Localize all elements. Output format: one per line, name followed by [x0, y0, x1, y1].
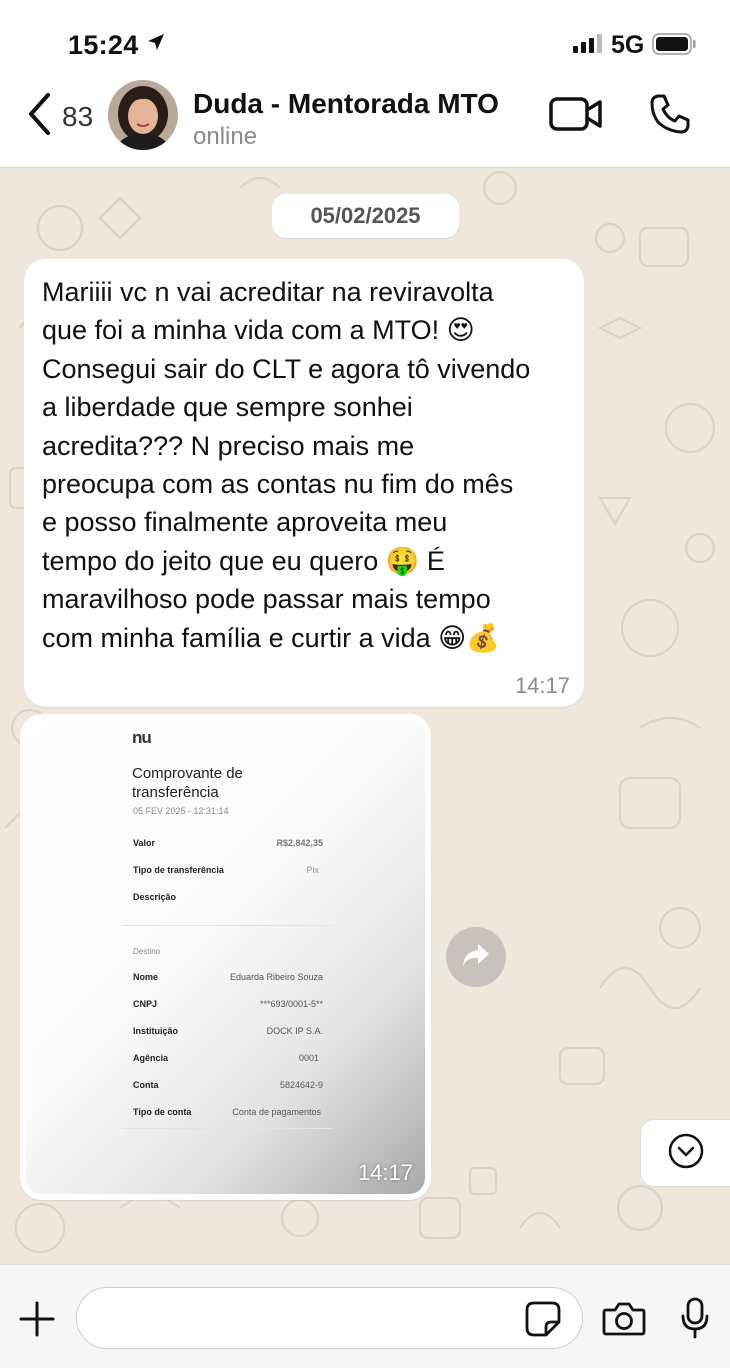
- message-line: preocupa com as contas nu fim do mês: [42, 469, 514, 500]
- receipt-field-value: ***693/0001-5**: [259, 999, 323, 1009]
- message-line: tempo do jeito que eu quero 🤑 É: [42, 545, 445, 576]
- receipt-field-label: CNPJ: [133, 999, 158, 1009]
- message-timestamp: 14:17: [514, 673, 570, 698]
- chat-header: 83 Duda - Mentorada MTO online: [0, 80, 730, 168]
- receipt-field-label: Tipo de transferência: [133, 865, 224, 875]
- receipt-title: Comprovante de transferência: [132, 764, 243, 802]
- contact-name[interactable]: Duda - Mentorada MTO: [193, 88, 499, 120]
- receipt-field-value: Eduarda Ribeiro Souza: [229, 972, 323, 982]
- transfer-receipt-image[interactable]: nu Comprovante de transferência 05 FEV 2…: [26, 720, 425, 1194]
- nubank-logo: nu: [132, 728, 152, 747]
- receipt-field-value: DOCK IP S.A.: [266, 1026, 323, 1036]
- chat-area[interactable]: 05/02/2025 Mariiii vc n vai acreditar na…: [0, 168, 730, 1264]
- unread-count: 83: [62, 100, 94, 132]
- network-type: 5G: [611, 31, 645, 59]
- receipt-field-label: Valor: [133, 838, 156, 848]
- receipt-field-label: Nome: [133, 972, 159, 982]
- receipt-field-value: Conta de pagamentos: [232, 1107, 321, 1117]
- contact-status: online: [193, 123, 258, 150]
- message-input[interactable]: [76, 1287, 583, 1349]
- microphone-button[interactable]: [680, 1297, 710, 1344]
- message-line: que foi a minha vida com a MTO! 😍: [42, 315, 475, 346]
- voice-call-button[interactable]: [649, 93, 691, 140]
- receipt-field-label: Agência: [133, 1053, 169, 1063]
- receipt-section-title: Destino: [133, 947, 161, 956]
- receipt-title-line: Comprovante de: [132, 765, 243, 782]
- image-message-bubble[interactable]: nu Comprovante de transferência 05 FEV 2…: [20, 714, 431, 1200]
- receipt-field-label: Tipo de conta: [133, 1107, 192, 1117]
- message-bubble[interactable]: Mariiii vc n vai acreditar na reviravolt…: [24, 259, 584, 707]
- receipt-field-label: Instituição: [133, 1026, 179, 1036]
- video-call-button[interactable]: [549, 96, 603, 137]
- battery-icon: [652, 33, 696, 60]
- avatar[interactable]: [108, 80, 178, 150]
- receipt-divider: [122, 925, 332, 926]
- attach-button[interactable]: [18, 1300, 56, 1343]
- message-line: com minha família e curtir a vida 😁💰: [42, 622, 500, 653]
- message-line: maravilhoso pode passar mais tempo: [42, 584, 491, 615]
- receipt-field-label: Conta: [133, 1080, 159, 1090]
- cellular-signal-icon: [573, 34, 602, 53]
- image-timestamp: 14:17: [357, 1160, 413, 1185]
- receipt-field-value: R$2.842,35: [276, 838, 323, 848]
- receipt-title-line: transferência: [132, 784, 219, 801]
- message-line: acredita??? N preciso mais me: [42, 430, 415, 461]
- message-line: a liberdade que sempre sonhei: [42, 392, 413, 423]
- receipt-date: 05 FEV 2025 - 12:31:14: [133, 806, 229, 816]
- forward-arrow-icon: [461, 942, 491, 973]
- camera-button[interactable]: [602, 1301, 646, 1342]
- receipt-field-value: Pix: [306, 865, 319, 875]
- receipt-field-label: Descrição: [133, 892, 177, 902]
- forward-button[interactable]: [446, 927, 506, 987]
- message-input-bar: [0, 1264, 730, 1368]
- status-time: 15:24: [68, 30, 139, 60]
- status-bar: 15:24 5G: [0, 0, 730, 80]
- sticker-button[interactable]: [524, 1300, 562, 1343]
- message-line: e posso finalmente aproveita meu: [42, 507, 448, 538]
- chevron-left-icon: [26, 92, 52, 141]
- scroll-to-bottom-button[interactable]: [640, 1119, 730, 1187]
- location-arrow-icon: [146, 32, 166, 57]
- receipt-field-value: 0001: [298, 1053, 319, 1063]
- message-line: Mariiii vc n vai acreditar na reviravolt…: [42, 277, 494, 307]
- back-button[interactable]: 83: [26, 92, 93, 141]
- receipt-field-value: 5824642-9: [279, 1080, 323, 1090]
- message-line: Consegui sair do CLT e agora tô vivendo: [42, 353, 531, 384]
- chevron-down-icon: [668, 1133, 704, 1174]
- date-divider: 05/02/2025: [272, 194, 459, 238]
- message-text: Mariiii vc n vai acreditar na reviravolt…: [42, 273, 566, 657]
- receipt-divider: [122, 1128, 332, 1129]
